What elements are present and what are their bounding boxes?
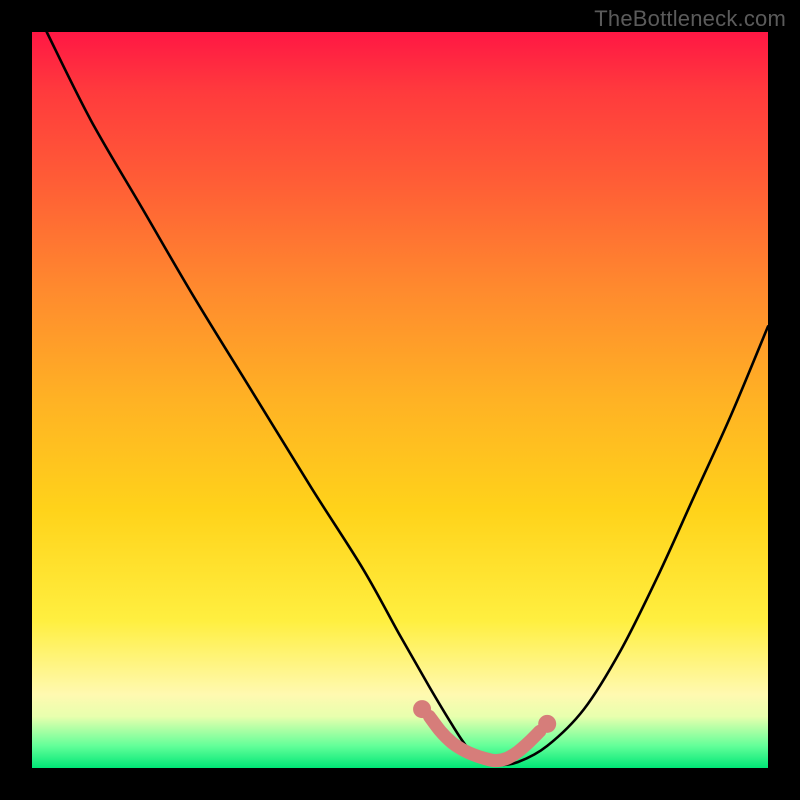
valley-marker (413, 700, 556, 761)
chart-svg (32, 32, 768, 768)
main-curve (47, 32, 768, 765)
chart-frame: TheBottleneck.com (0, 0, 800, 800)
plot-area (32, 32, 768, 768)
watermark-text: TheBottleneck.com (594, 6, 786, 32)
